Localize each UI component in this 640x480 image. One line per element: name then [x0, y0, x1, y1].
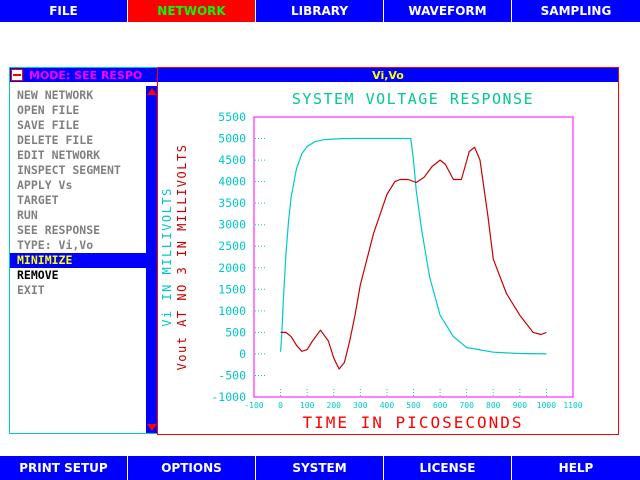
mode-item-save-file[interactable]: SAVE FILE: [10, 118, 146, 133]
menu-sampling[interactable]: SAMPLING: [512, 0, 640, 22]
mode-item-delete-file[interactable]: DELETE FILE: [10, 133, 146, 148]
mode-item-target[interactable]: TARGET: [10, 193, 146, 208]
graph-window-title: Vi,Vo: [158, 68, 618, 82]
menu-waveform[interactable]: WAVEFORM: [384, 0, 512, 22]
mode-item-run[interactable]: RUN: [10, 208, 146, 223]
bottom-menu-help[interactable]: HELP: [512, 456, 640, 480]
scroll-down-icon[interactable]: [147, 424, 157, 431]
bottom-menu-print-setup[interactable]: PRINT SETUP: [0, 456, 128, 480]
mode-panel-titlebar: MODE: SEE RESPO: [10, 68, 158, 82]
mode-menu-list: NEW NETWORK OPEN FILE SAVE FILE DELETE FILE…: [10, 88, 146, 298]
mode-item-apply-vs[interactable]: APPLY Vs: [10, 178, 146, 193]
mode-panel-title: MODE: SEE RESPO: [29, 68, 143, 82]
mode-item-new-network[interactable]: NEW NETWORK: [10, 88, 146, 103]
mode-item-minimize[interactable]: MINIMIZE: [10, 253, 146, 268]
bottom-menu-system[interactable]: SYSTEM: [256, 456, 384, 480]
mode-item-type-vi-vo[interactable]: TYPE: Vi,Vo: [10, 238, 146, 253]
scroll-up-icon[interactable]: [147, 88, 157, 95]
mode-item-exit[interactable]: EXIT: [10, 283, 146, 298]
mode-item-inspect-segment[interactable]: INSPECT SEGMENT: [10, 163, 146, 178]
bottom-menu-bar: PRINT SETUP OPTIONS SYSTEM LICENSE HELP: [0, 456, 640, 480]
close-icon[interactable]: [11, 69, 23, 81]
bottom-menu-options[interactable]: OPTIONS: [128, 456, 256, 480]
mode-panel: MODE: SEE RESPO NEW NETWORK OPEN FILE SAVE…: [9, 67, 159, 434]
top-menu-bar: FILE NETWORK LIBRARY WAVEFORM SAMPLING: [0, 0, 640, 22]
mode-item-edit-network[interactable]: EDIT NETWORK: [10, 148, 146, 163]
menu-file[interactable]: FILE: [0, 0, 128, 22]
menu-library[interactable]: LIBRARY: [256, 0, 384, 22]
mode-item-see-response[interactable]: SEE RESPONSE: [10, 223, 146, 238]
graph-window: Vi,Vo: [157, 67, 619, 435]
menu-network[interactable]: NETWORK: [128, 0, 256, 22]
mode-item-remove[interactable]: REMOVE: [10, 268, 146, 283]
bottom-menu-license[interactable]: LICENSE: [384, 456, 512, 480]
mode-item-open-file[interactable]: OPEN FILE: [10, 103, 146, 118]
